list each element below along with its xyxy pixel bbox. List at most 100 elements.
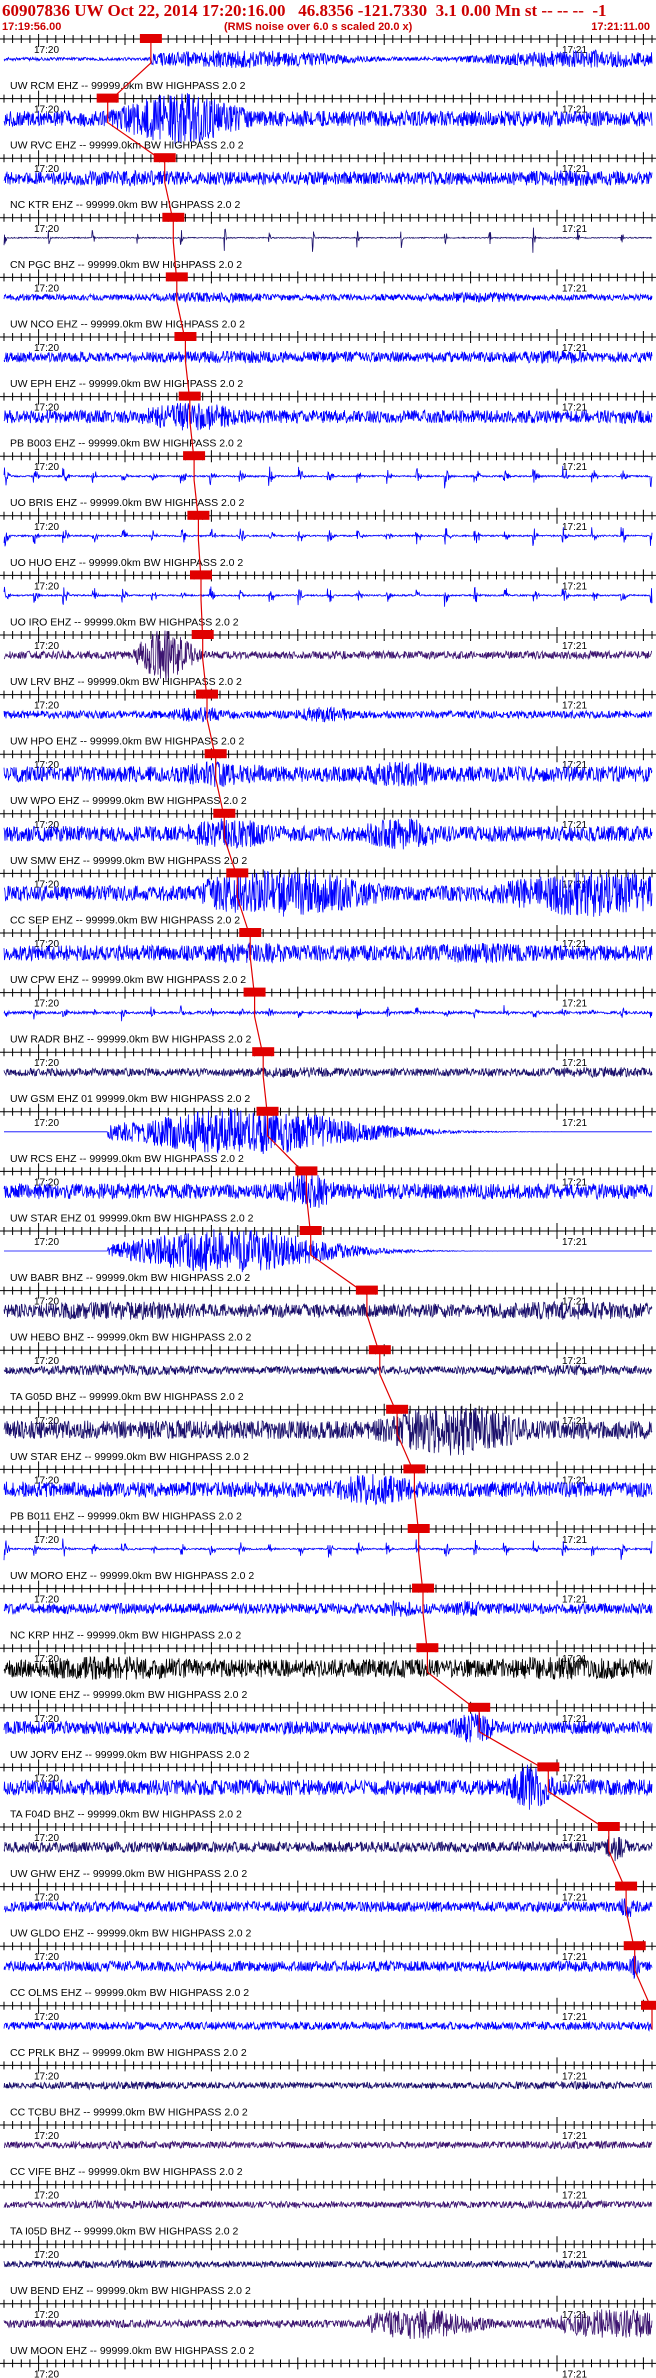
record-header: 60907836 UW Oct 22, 2014 17:20:16.00 46.… [0,0,656,34]
tick-label: 17:20 [34,1118,59,1129]
waveform [3,227,653,253]
waveform [3,1712,653,1743]
station-label: UW GHW EHZ -- 99999.0km BW HIGHPASS 2.0 … [10,1868,247,1880]
start-time-label: 17:19:56.00 [2,21,62,33]
tick-label: 17:21 [562,701,587,712]
tick-label: 17:21 [562,1237,587,1248]
time-axis-ticks [3,34,653,47]
station-label: UW BEND EHZ -- 99999.0km BW HIGHPASS 2.0… [10,2285,251,2297]
waveform [3,630,652,681]
trace-row: 17:20 17:21 UW GHW EHZ -- 99999.0km BW HIG… [0,1819,656,1880]
station-label: CN PGC BHZ -- 99999.0km BW HIGHPASS 2.0 … [10,259,242,271]
waveform [3,1474,653,1506]
station-label: UW MOON EHZ -- 99999.0km BW HIGHPASS 2.0… [10,2345,254,2357]
tick-label: 17:20 [34,224,59,235]
trace-row: 17:20 17:21 UW NCO EHZ -- 99999.0km BW HIG… [0,269,656,330]
waveform [3,402,653,431]
trace-row: 17:20 17:21 CN PGC BHZ -- 99999.0km BW HIG… [0,209,656,271]
waveform [3,2308,653,2339]
tick-label: 17:20 [34,1833,59,1844]
station-label: CC PRLK BHZ -- 99999.0km BW HIGHPASS 2.0… [10,2047,247,2059]
waveform [3,870,653,917]
trace-row: 17:20 17:21UW WPO EHZ -- 99999.0km BW HIG… [0,746,656,807]
trace-row: 17:20 17:21 UW LRV BHZ -- 99999.0km BW HIG… [0,627,656,688]
tick-label: 17:21 [562,2131,587,2142]
station-label: UW STAR EHZ 01 99999.0km BW HIGHPASS 2.0… [10,1212,254,1224]
waveform [3,1898,653,1918]
station-label: UW RCM EHZ -- 99999.0km BW HIGHPASS 2.0 … [10,80,246,92]
tick-label: 17:20 [34,2369,59,2378]
trace-row: 17:20 17:21 UW BABR BHZ -- 99999.0km BW HI… [0,1223,656,1284]
waveform [3,1005,653,1022]
station-label: UW SMW EHZ -- 99999.0km BW HIGHPASS 2.0 … [10,855,247,867]
tick-label: 17:20 [34,1595,59,1606]
tick-label: 17:21 [562,1118,587,1129]
tick-label: 17:20 [34,2012,59,2023]
tick-label: 17:21 [562,1833,587,1844]
trace-row: 17:20 17:21UW STAR EHZ 01 99999.0km BW HI… [0,1163,656,1224]
waveform [3,1173,653,1208]
tick-label: 17:20 [34,522,59,533]
tick-label: 17:20 [34,641,59,652]
tick-label: 17:21 [562,2369,587,2378]
trace-row: 17:20 17:21UO BRIS EHZ -- 99999.0km BW HI… [0,448,656,509]
station-label: CC OLMS EHZ -- 99999.0km BW HIGHPASS 2.0… [10,1987,249,1999]
waveform [3,1363,652,1377]
station-label: CC SEP EHZ -- 99999.0km BW HIGHPASS 2.0 … [10,914,240,926]
station-label: UW JORV EHZ -- 99999.0km BW HIGHPASS 2.0… [10,1749,250,1761]
tick-label: 17:20 [34,2131,59,2142]
trace-row: 17:20 17:21 TA F04D BHZ -- 99999.0km BW HI… [0,1759,656,1820]
trace-row: 17:20 17:21PB B011 EHZ -- 99999.0km BW HI… [0,1461,656,1522]
station-label: CC VIFE BHZ -- 99999.0km BW HIGHPASS 2.0… [10,2166,243,2178]
end-time-label: 17:21:11.00 [591,21,650,33]
trace-row: 17:20 17:21CC OLMS EHZ -- 99999.0km BW HI… [0,1938,656,1999]
scaling-note: (RMS noise over 6.0 s scaled 20.0 x) [224,21,413,33]
station-label: UO IRO EHZ -- 99999.0km BW HIGHPASS 2.0 … [10,616,239,628]
trace-row: 17:20 17:21 [0,2355,656,2378]
tick-label: 17:21 [562,581,587,592]
station-label: UW RADR BHZ -- 99999.0km BW HIGHPASS 2.0… [10,1034,252,1046]
trace-row: 17:20 17:21 UW GSM EHZ 01 99999.0km BW HIG… [0,1044,656,1105]
waveform [3,527,653,547]
tick-label: 17:20 [34,1893,59,1904]
trace-row: 17:20 17:21 UW MORO EHZ -- 99999.0km BW HI… [0,1521,656,1582]
waveform [4,1108,652,1155]
tick-label: 17:21 [562,522,587,533]
tick-label: 17:20 [34,343,59,354]
tick-label: 17:20 [34,2191,59,2202]
tick-label: 17:20 [34,999,59,1010]
waveform [3,49,653,68]
station-label: UW HEBO BHZ -- 99999.0km BW HIGHPASS 2.0… [10,1332,252,1344]
waveform [3,291,653,304]
trace-row: 17:20 17:21UW RVC EHZ -- 99999.0km BW HIG… [0,90,656,152]
trace-row: 17:20 17:21 TA I05D BHZ -- 99999.0km BW HI… [0,2176,656,2238]
station-label: UO BRIS EHZ -- 99999.0km BW HIGHPASS 2.0… [10,497,245,509]
waveform [3,586,653,607]
tick-label: 17:20 [34,1952,59,1963]
trace-row: 17:20 17:21 UW HPO EHZ -- 99999.0km BW HIG… [0,686,656,748]
station-label: UW RVC EHZ -- 99999.0km BW HIGHPASS 2.0 … [10,140,244,152]
station-label: PB B011 EHZ -- 99999.0km BW HIGHPASS 2.0… [10,1510,242,1522]
station-label: UW LRV BHZ -- 99999.0km BW HIGHPASS 2.0 … [10,676,242,688]
station-label: UW HPO EHZ -- 99999.0km BW HIGHPASS 2.0 … [10,736,245,748]
tick-label: 17:20 [34,2250,59,2261]
waveform [3,2199,653,2210]
tick-label: 17:21 [562,999,587,1010]
tick-label: 17:20 [34,2310,59,2321]
trace-row: 17:20 17:21 UW RADR BHZ -- 99999.0km BW HI… [0,984,656,1046]
tick-label: 17:20 [34,283,59,294]
waveform [3,1066,653,1079]
waveform [3,1955,653,1979]
trace-row: 17:20 17:21CC SEP EHZ -- 99999.0km BW HIG… [0,865,656,926]
tick-label: 17:21 [562,1535,587,1546]
station-label: UW IONE EHZ -- 99999.0km BW HIGHPASS 2.0… [10,1689,247,1701]
waveform [3,1300,653,1321]
trace-row: 17:20 17:21UW SMW EHZ -- 99999.0km BW HIG… [0,805,656,867]
waveform [3,942,653,964]
trace-row: 17:20 17:21 UW RCS EHZ -- 99999.0km BW HIG… [0,1103,656,1165]
station-label: UW CPW EHZ -- 99999.0km BW HIGHPASS 2.0 … [10,974,246,986]
station-label: TA G05D BHZ -- 99999.0km BW HIGHPASS 2.0… [10,1391,244,1403]
trace-row: 17:20 17:21NC KTR EHZ -- 99999.0km BW HIG… [0,150,656,211]
tick-label: 17:21 [562,2012,587,2023]
station-label: UW BABR BHZ -- 99999.0km BW HIGHPASS 2.0… [10,1272,250,1284]
